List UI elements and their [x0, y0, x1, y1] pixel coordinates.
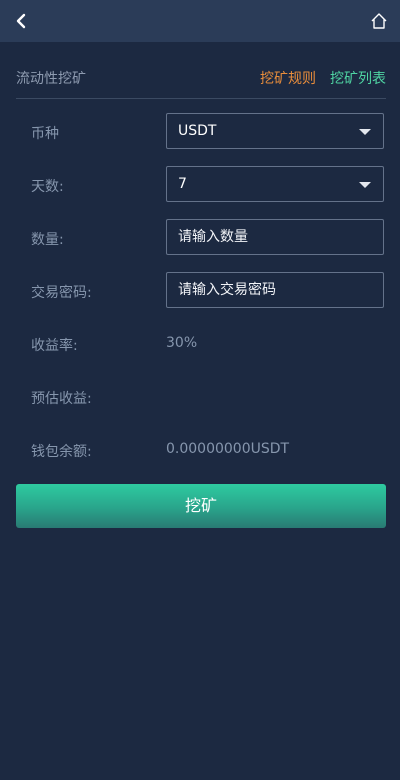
amount-field	[166, 219, 384, 255]
days-row: 天数: 7	[0, 166, 400, 204]
yield-rate-value: 30%	[166, 335, 198, 351]
days-value: 7	[178, 176, 187, 192]
amount-row: 数量:	[0, 219, 400, 257]
wallet-balance-value: 0.00000000USDT	[166, 441, 290, 457]
mine-button[interactable]: 挖矿	[16, 484, 386, 528]
yield-rate-row: 收益率: 30%	[0, 325, 400, 363]
estimated-income-label: 预估收益:	[31, 391, 92, 407]
back-button[interactable]	[8, 8, 34, 34]
top-nav-bar	[0, 0, 400, 42]
home-button[interactable]	[366, 8, 392, 34]
home-icon	[371, 13, 387, 29]
mining-list-link[interactable]: 挖矿列表	[330, 68, 386, 88]
days-label: 天数:	[31, 179, 64, 195]
currency-select[interactable]: USDT	[166, 113, 384, 149]
days-select[interactable]: 7	[166, 166, 384, 202]
password-field	[166, 272, 384, 308]
wallet-balance-label: 钱包余额:	[31, 444, 92, 460]
password-row: 交易密码:	[0, 272, 400, 310]
caret-down-icon	[359, 129, 371, 135]
password-label: 交易密码:	[31, 285, 92, 301]
mining-rules-link[interactable]: 挖矿规则	[260, 68, 316, 88]
wallet-balance-row: 钱包余额: 0.00000000USDT	[0, 431, 400, 469]
trade-password-input[interactable]	[167, 273, 383, 307]
chevron-left-icon	[16, 13, 26, 29]
currency-label: 币种	[31, 126, 59, 142]
page-title: 流动性挖矿	[16, 71, 86, 87]
amount-input[interactable]	[167, 220, 383, 254]
currency-row: 币种 USDT	[0, 113, 400, 151]
amount-label: 数量:	[31, 232, 64, 248]
section-header: 流动性挖矿 挖矿规则 挖矿列表	[16, 58, 386, 99]
yield-rate-label: 收益率:	[31, 338, 78, 354]
estimated-income-row: 预估收益:	[0, 378, 400, 416]
currency-value: USDT	[178, 123, 217, 139]
caret-down-icon	[359, 182, 371, 188]
